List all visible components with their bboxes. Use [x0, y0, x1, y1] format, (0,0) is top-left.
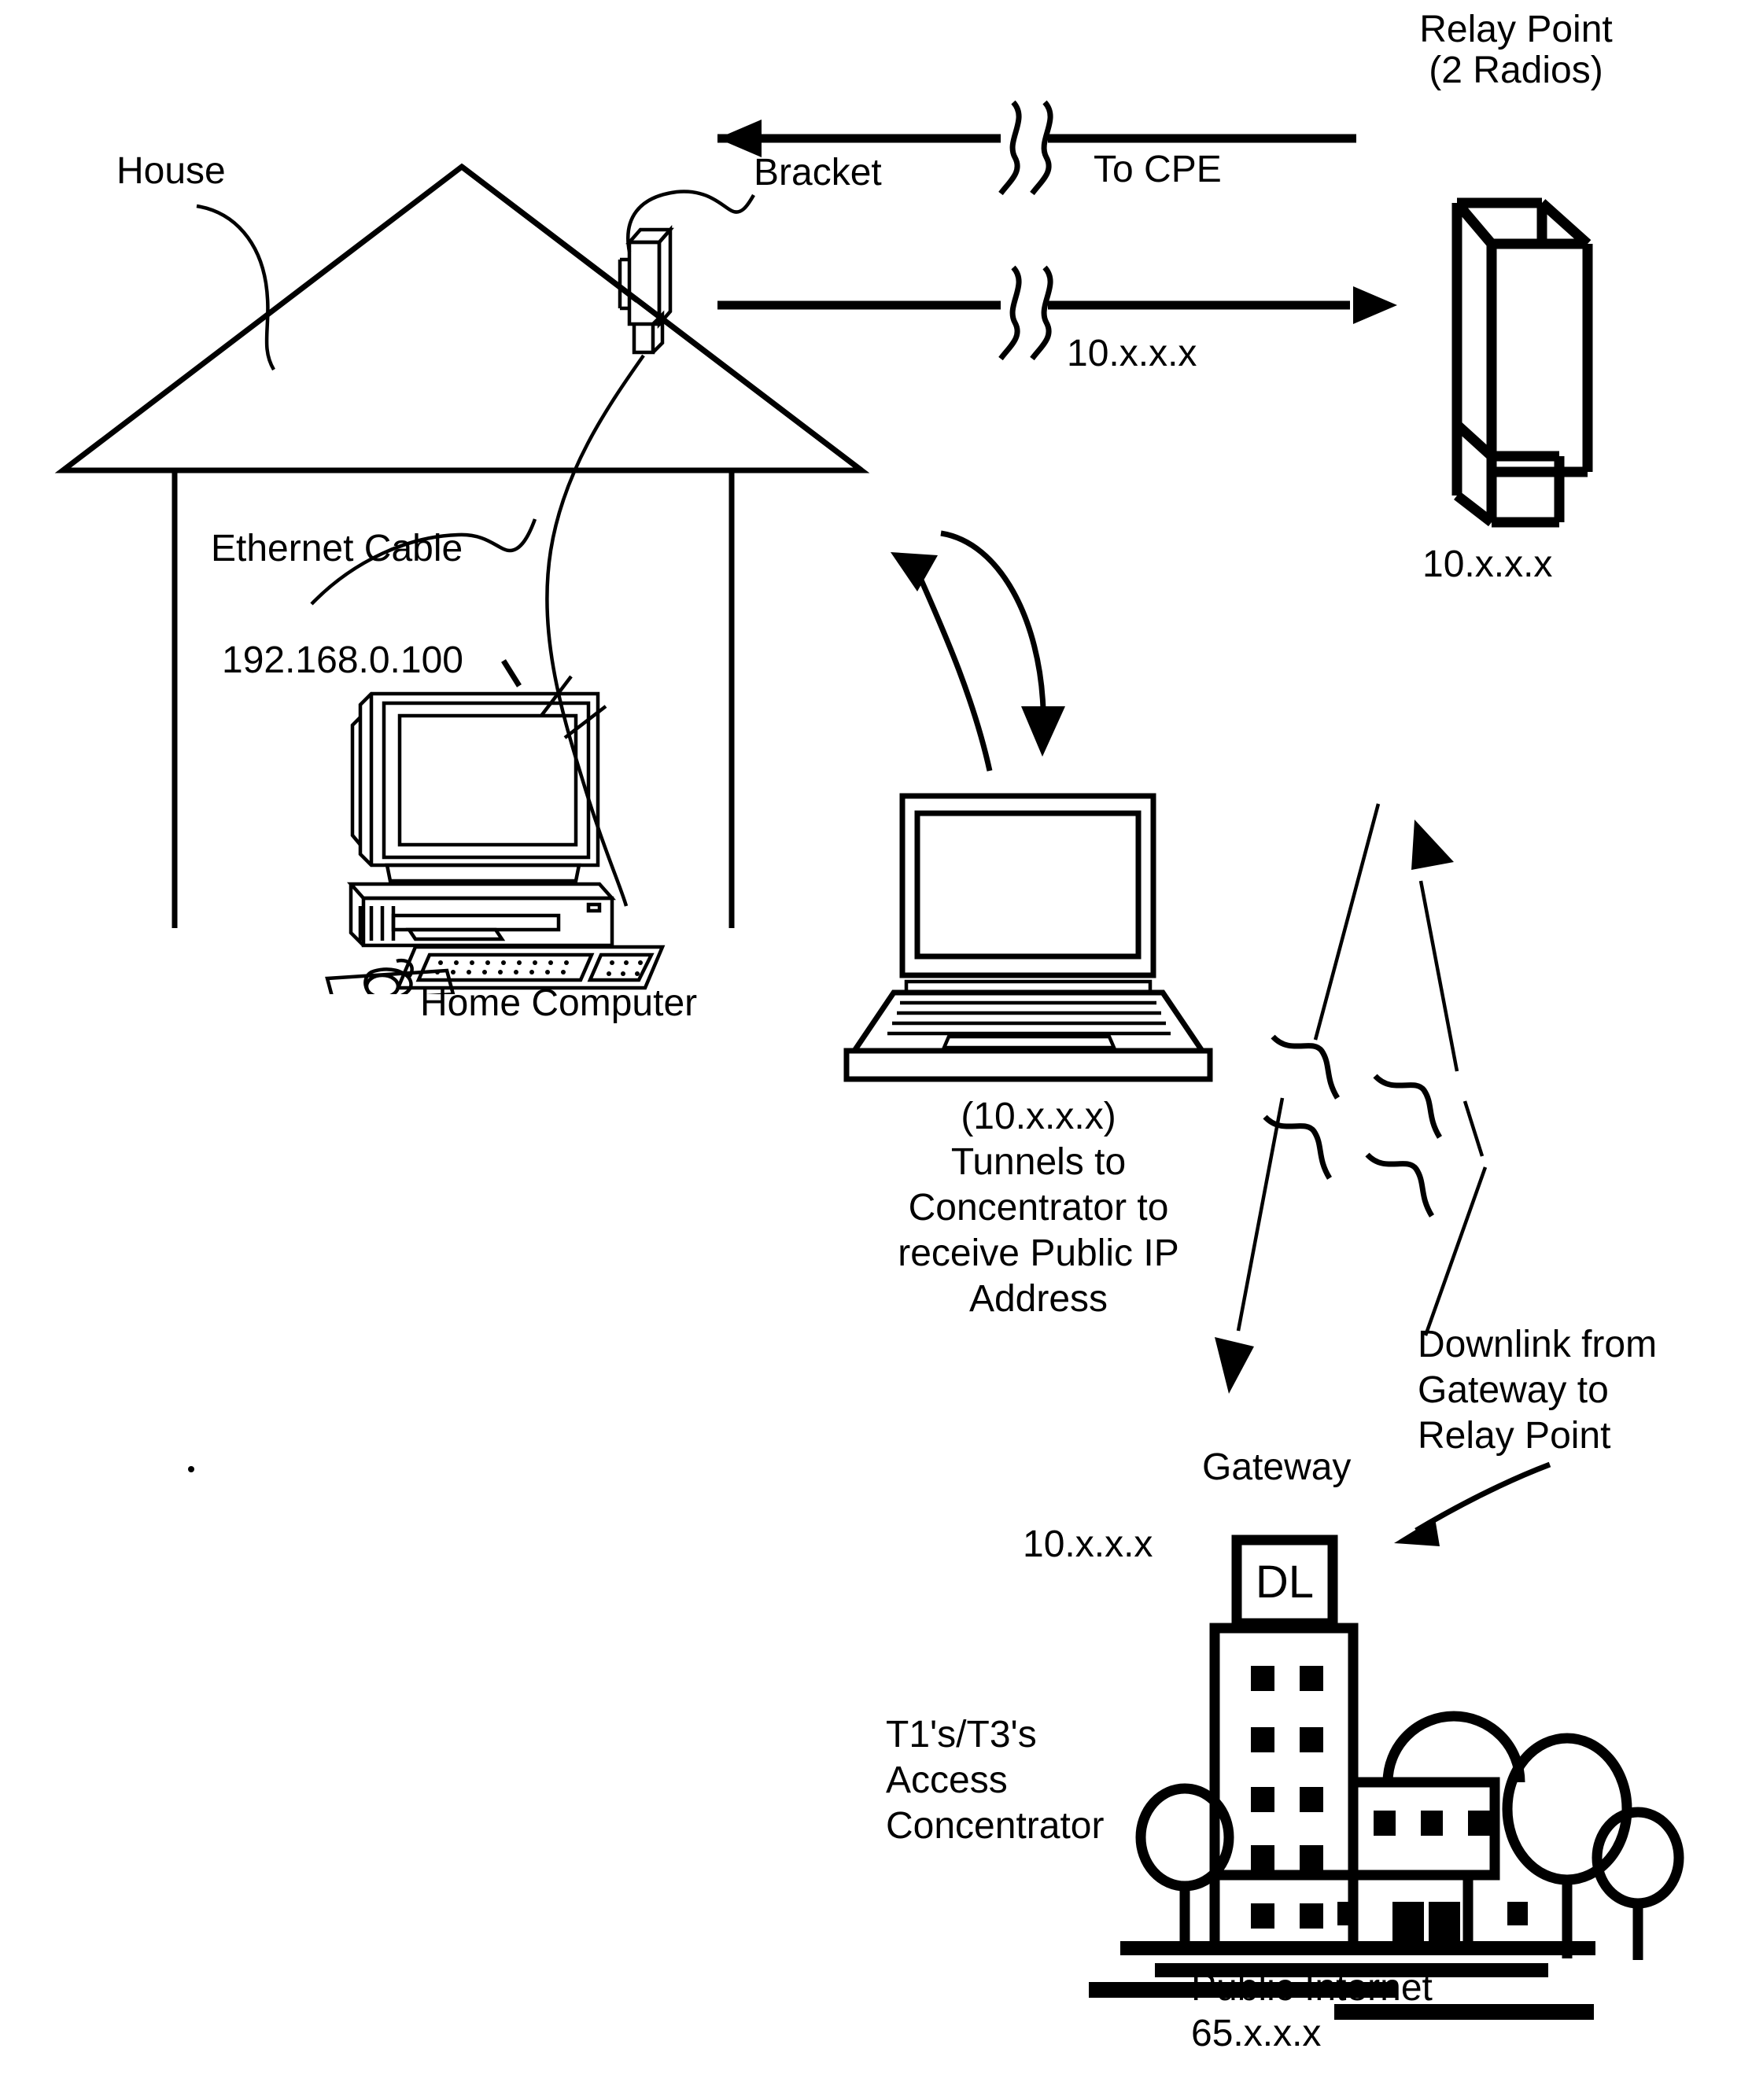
concentrator-line1: T1's/T3's [886, 1714, 1037, 1756]
relay-point-title-line1: Relay Point [1419, 9, 1613, 50]
downlink-line2: Gateway to [1418, 1369, 1609, 1411]
concentrator-building [1089, 1623, 1684, 2020]
public-internet-line2: 65.x.x.x [1191, 2013, 1322, 2054]
downlink-leader-arrow [1394, 1461, 1551, 1546]
diagram-canvas: Relay Point (2 Radios) House Bracket To … [0, 0, 1752, 2100]
relay-point-tower [1451, 197, 1593, 528]
gateway-link-arrows [1215, 803, 1488, 1394]
laptop-cpe [843, 793, 1213, 1082]
gateway-label: Gateway [1202, 1446, 1352, 1488]
concentrator-line3: Concentrator [886, 1805, 1105, 1847]
tunnel-line2: Tunnels to [950, 1141, 1127, 1183]
curved-arrow-pair [891, 530, 1065, 772]
house-label: House [116, 150, 226, 192]
ethernet-cable-curve [310, 354, 645, 907]
concentrator-line2: Access [886, 1759, 1008, 1801]
dl-badge-label: DL [1255, 1557, 1315, 1608]
tunnel-line5: Address [968, 1278, 1108, 1320]
tunnel-line1: (10.x.x.x) [961, 1096, 1116, 1137]
link-arrow-to-relay [717, 265, 1397, 361]
downlink-line1: Downlink from [1418, 1324, 1658, 1365]
cpe-link-ip-label: 10.x.x.x [1067, 333, 1197, 374]
home-computer-illustration [325, 691, 666, 994]
diagram-artwork [54, 100, 1684, 2020]
tunnel-line3: Concentrator to [908, 1187, 1169, 1229]
relay-point-ip-label: 10.x.x.x [1422, 543, 1553, 585]
to-cpe-label: To CPE [1094, 149, 1222, 190]
bracket-label: Bracket [754, 152, 882, 193]
house-roof-right-extension [459, 164, 864, 473]
relay-point-title-line2: (2 Radios) [1429, 50, 1603, 91]
speck-artifact [188, 1466, 194, 1472]
public-internet-line1: Public Internet [1191, 1967, 1433, 2009]
bracket-leader-line [626, 190, 755, 252]
gateway-ip-label: 10.x.x.x [1023, 1523, 1153, 1565]
bracket-shape [618, 225, 674, 355]
ip-leader-ticks [501, 659, 522, 687]
tunnel-line4: receive Public IP [898, 1232, 1179, 1274]
ethernet-cable-label: Ethernet Cable [211, 528, 463, 569]
house-leader-line [196, 204, 275, 371]
downlink-line3: Relay Point [1418, 1415, 1611, 1457]
